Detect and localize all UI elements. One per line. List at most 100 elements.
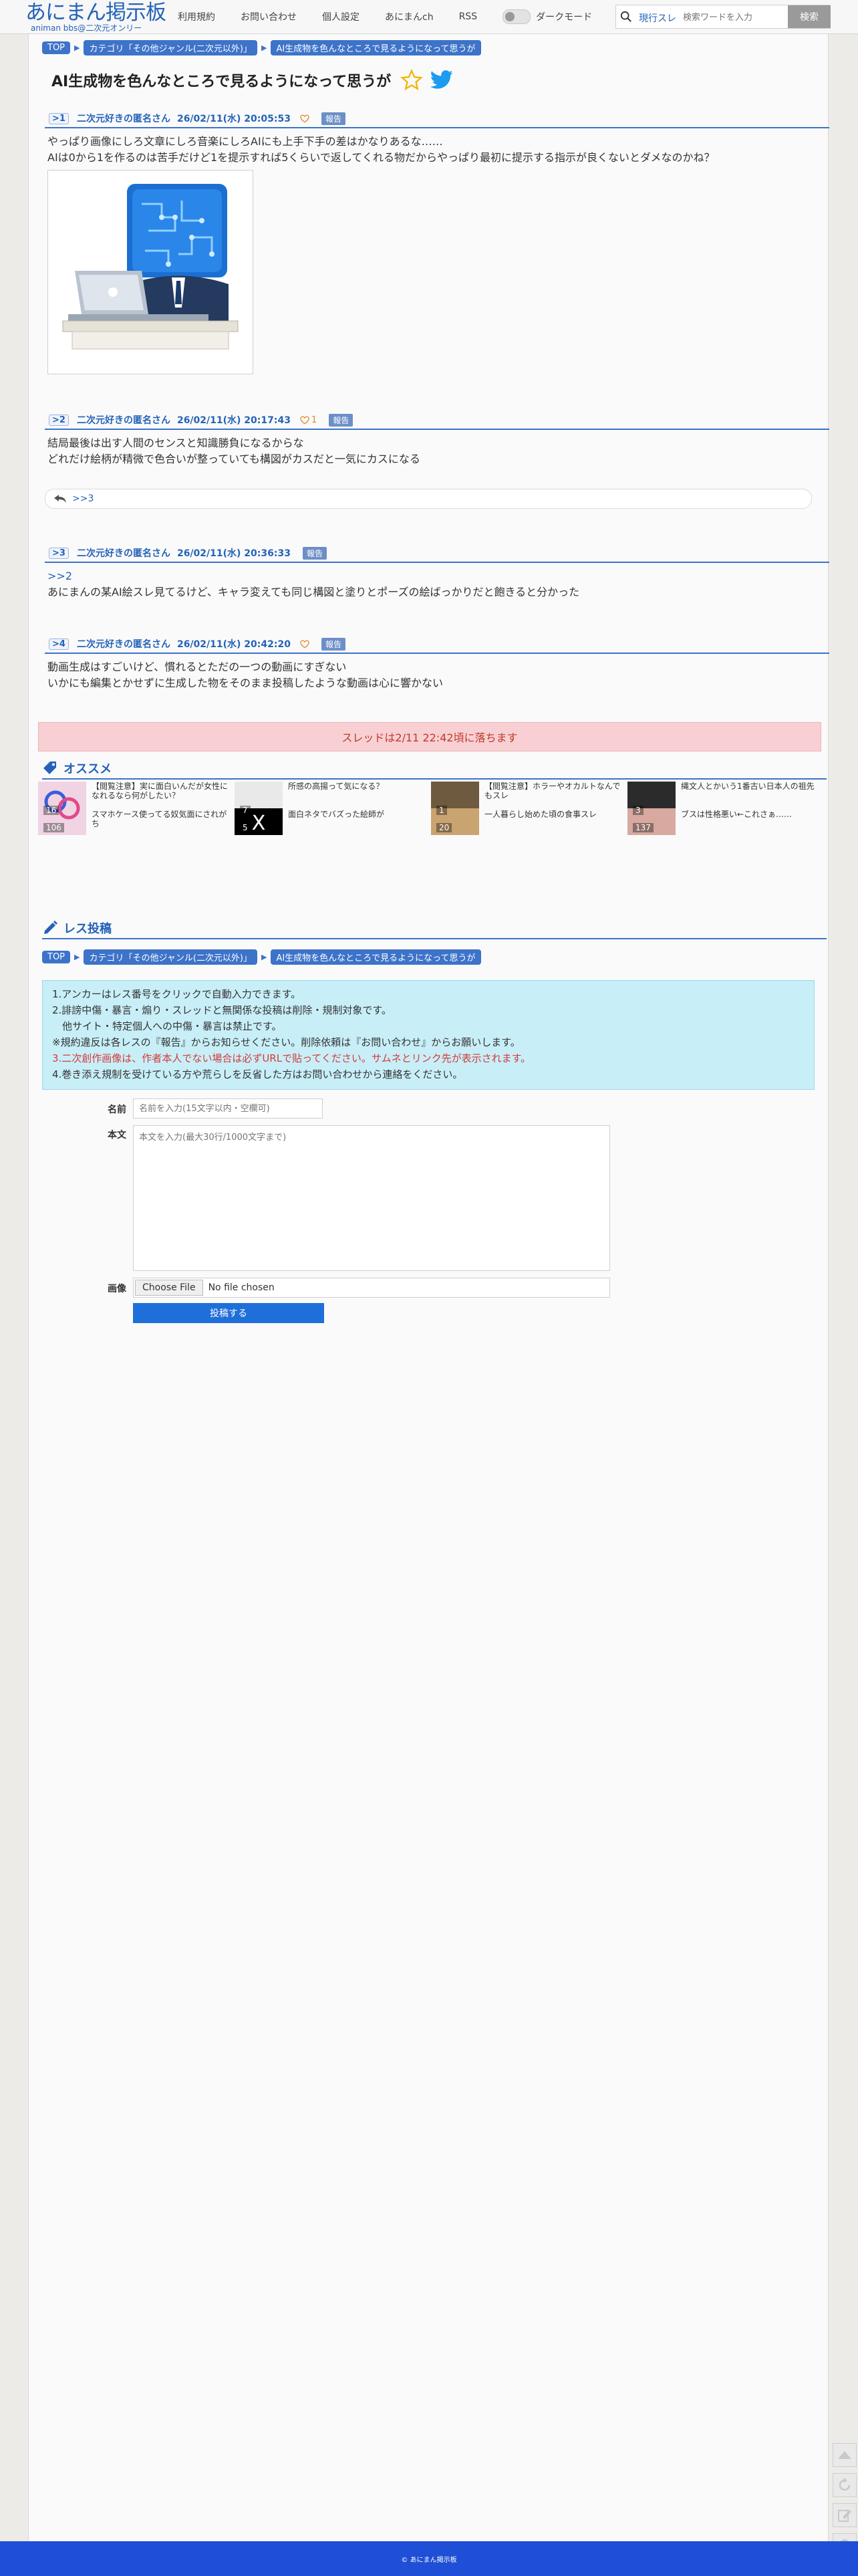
site-logo[interactable]: あにまん掲示板 animan bbs@二次元オンリー [25, 1, 169, 32]
report-button[interactable]: 報告 [302, 546, 327, 560]
recommend-item[interactable]: 1 20 【閲覧注意】ホラーやオカルトなんでもスレ 一人暮らし始めた頃の食事スレ [431, 782, 625, 839]
name-field[interactable] [133, 1098, 323, 1119]
recommend-title: 一人暮らし始めた頃の食事スレ [484, 810, 597, 819]
breadcrumb-thread[interactable]: AI生成物を色んなところで見るようになって思うが [271, 949, 481, 965]
reply-count: 20 [436, 823, 452, 832]
recommend-item[interactable]: X 7 5 所感の高揚って気になる？ 面白ネタでバズった絵師が [235, 782, 428, 839]
rule-line: ※規約違反は各レスの『報告』からお知らせください。削除依頼は『お問い合わせ』から… [52, 1036, 521, 1048]
recommend-thumbnail: 3 137 [627, 782, 676, 835]
posting-rules: 1.アンカーはレス番号をクリックで自動入力できます。 2.誹謗中傷・暴言・煽り・… [42, 980, 815, 1090]
toggle-switch[interactable] [503, 9, 531, 24]
post-line: 結局最後は出す人間のセンスと知識勝負になるからな [47, 437, 304, 449]
rule-line: 3.二次創作画像は、作者本人でない場合は必ずURLで貼ってください。サムネとリン… [52, 1052, 531, 1064]
site-header: あにまん掲示板 animan bbs@二次元オンリー 利用規約 お問い合わせ 個… [0, 0, 858, 34]
post-image[interactable] [47, 170, 253, 374]
star-icon[interactable] [400, 69, 424, 92]
reply-count: 7 [240, 806, 251, 815]
post-line: いかにも編集とかせずに生成した物をそのまま投稿したような動画は心に響かない [47, 677, 444, 689]
breadcrumb-thread[interactable]: AI生成物を色んなところで見るようになって思うが [271, 39, 481, 55]
search-icon [620, 11, 631, 22]
search-input[interactable] [682, 9, 778, 25]
choose-file-button[interactable]: Choose File [135, 1280, 203, 1296]
reply-list[interactable]: >>3 [45, 489, 812, 509]
post-line: どれだけ絵柄が精微で色合いが整っていても構図がカスだと一気にカスになる [47, 453, 420, 465]
refresh-icon [839, 2478, 851, 2491]
dark-mode-toggle[interactable]: ダークモード [503, 9, 592, 24]
heart-icon[interactable] [300, 114, 309, 123]
ai-brain-illustration-icon [48, 170, 253, 374]
post-number[interactable]: >3 [49, 547, 69, 559]
copyright: © あにまん掲示板 [401, 2556, 457, 2564]
svg-text:X: X [252, 812, 266, 835]
site-footer: © あにまん掲示板 [0, 2541, 858, 2576]
body-textarea[interactable] [133, 1125, 610, 1271]
recommend-title: スマホケース使ってる奴気面にされがち [92, 810, 227, 828]
chevron-up-icon [838, 2451, 851, 2459]
write-post-button[interactable] [833, 2503, 857, 2527]
current-threads-link[interactable]: 現行スレ [639, 11, 676, 25]
post-number[interactable]: >1 [49, 112, 69, 124]
nav-terms[interactable]: 利用規約 [178, 10, 215, 23]
rule-line: 4.巻き添え規制を受けている方や荒らしを反省した方はお問い合わせから連絡をくださ… [52, 1068, 463, 1080]
reload-button[interactable] [833, 2473, 857, 2497]
post-line: やっぱり画像にしろ文章にしろ音楽にしろAIにも上手下手の差はかなりあるな…… [47, 135, 443, 148]
post-date: 26/02/11(水) 20:36:33 [176, 548, 291, 559]
search-button[interactable]: 検索 [788, 5, 831, 28]
recommend-title: 【閲覧注意】ホラーやオカルトなんでもスレ [484, 782, 621, 800]
post-line: あにまんの某AI絵スレ見てるけど、キャラ変えても同じ構図と塗りとポーズの絵ばっか… [47, 586, 580, 598]
breadcrumb-top[interactable]: TOP [42, 950, 71, 963]
nav-rss[interactable]: RSS [459, 11, 478, 22]
quote-anchor-link[interactable]: >>2 [47, 570, 72, 582]
post-number[interactable]: >2 [49, 414, 69, 426]
recommend-title: 面白ネタでバズった絵師が [288, 810, 385, 819]
name-label: 名前 [108, 1104, 126, 1115]
edit-icon [838, 2510, 851, 2522]
report-button[interactable]: 報告 [321, 112, 345, 125]
nav-settings[interactable]: 個人設定 [322, 10, 360, 23]
main-content: TOP ▶ カテゴリ「その他ジャンル(二次元以外)」 ▶ AI生成物を色んなとこ… [28, 34, 829, 2541]
reply-anchor-link[interactable]: >>3 [72, 493, 94, 504]
thread-expire-notice: スレッドは2/11 22:42頃に落ちます [38, 722, 821, 751]
nav-contact[interactable]: お問い合わせ [241, 10, 297, 23]
logo-title: あにまん掲示板 [25, 1, 166, 25]
post-2: >2 二次元好きの匿名さん 26/02/11(水) 20:17:43 1 報告 … [45, 411, 829, 467]
post-date: 26/02/11(水) 20:17:43 [176, 415, 291, 426]
nav-animanch[interactable]: あにまんch [385, 10, 434, 23]
post-body: 結局最後は出す人間のセンスと知識勝負になるからな どれだけ絵柄が精微で色合いが整… [47, 435, 829, 467]
reply-count: 16 [43, 806, 59, 815]
report-button[interactable]: 報告 [321, 637, 345, 651]
post-header: >3 二次元好きの匿名さん 26/02/11(水) 20:36:33 報告 [45, 544, 829, 563]
pencil-icon [44, 921, 57, 934]
report-button[interactable]: 報告 [329, 413, 353, 427]
post-body: >>2 あにまんの某AI絵スレ見てるけど、キャラ変えても同じ構図と塗りとポーズの… [47, 568, 829, 600]
recommend-title: 【閲覧注意】実に面白いんだが女性になれるなら何がしたい？ [92, 782, 229, 800]
breadcrumb-category[interactable]: カテゴリ「その他ジャンル(二次元以外)」 [84, 39, 257, 55]
dark-mode-label: ダークモード [536, 12, 593, 23]
recommend-thumbnail: 1 20 [431, 782, 479, 835]
twitter-icon[interactable] [430, 70, 454, 91]
recommend-title: 縄文人とかいう1番古い日本人の祖先 [681, 782, 815, 791]
poster-name: 二次元好きの匿名さん [76, 114, 170, 124]
post-line: 動画生成はすごいけど、慣れるとただの一つの動画にすぎない [47, 661, 347, 673]
recommend-item[interactable]: 3 137 縄文人とかいう1番古い日本人の祖先 ブスは性格悪い←これさぁ…… [627, 782, 821, 839]
post-date: 26/02/11(水) 20:42:20 [176, 639, 291, 650]
body-label: 本文 [108, 1130, 126, 1141]
recommend-title: オススメ [63, 762, 112, 776]
post-form-title: レス投稿 [63, 922, 112, 936]
heart-icon[interactable] [300, 640, 309, 649]
tag-icon [43, 762, 56, 774]
image-file-input[interactable]: Choose File No file chosen [133, 1278, 610, 1298]
post-number[interactable]: >4 [49, 638, 69, 650]
breadcrumb-top[interactable]: TOP [42, 41, 71, 54]
heart-icon[interactable] [300, 416, 309, 425]
breadcrumb-separator: ▶ [74, 43, 80, 52]
submit-post-button[interactable]: 投稿する [133, 1303, 324, 1323]
recommend-item[interactable]: 16 106 【閲覧注意】実に面白いんだが女性になれるなら何がしたい？ スマホケ… [38, 782, 232, 839]
breadcrumb-separator: ▶ [261, 43, 267, 52]
breadcrumb-category[interactable]: カテゴリ「その他ジャンル(二次元以外)」 [84, 949, 257, 965]
reply-count: 5 [240, 823, 251, 832]
reply-count: 106 [43, 823, 64, 832]
scroll-top-button[interactable] [833, 2443, 857, 2467]
breadcrumb: TOP ▶ カテゴリ「その他ジャンル(二次元以外)」 ▶ AI生成物を色んなとこ… [42, 949, 481, 965]
image-label: 画像 [108, 1284, 126, 1294]
